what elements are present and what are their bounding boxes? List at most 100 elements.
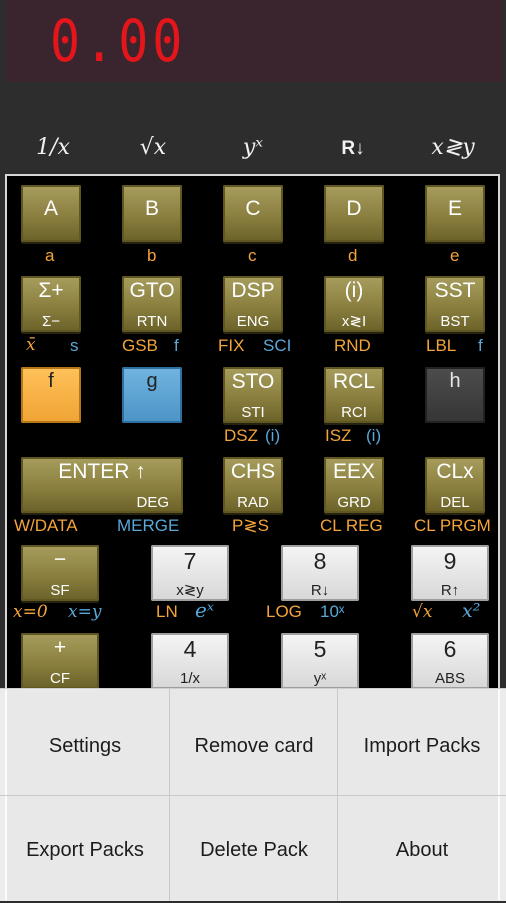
key-label: h: [449, 370, 461, 392]
label-clprgm: CL PRGM: [414, 516, 491, 535]
menu-delete-pack[interactable]: Delete Pack: [170, 797, 338, 903]
key-label: GTO: [129, 279, 175, 302]
label-x-eq-y: x=y: [68, 602, 102, 622]
menu-remove-card[interactable]: Remove card: [170, 693, 338, 799]
label-ten-power: 10ˣ: [320, 602, 345, 621]
label-lbl: LBL: [426, 336, 457, 355]
key-sub-label: R↑: [440, 582, 460, 599]
label-e: e: [450, 246, 460, 265]
label-rnd: RND: [334, 336, 371, 355]
key-sub-label: RAD: [237, 494, 269, 511]
label-wdata: W/DATA: [14, 516, 78, 535]
key-sub-label: SF: [50, 582, 70, 599]
key-i[interactable]: (i) x≷I: [324, 276, 384, 332]
key-label: (i): [344, 279, 364, 302]
key-label: RCL: [332, 370, 375, 393]
label-x-eq-0: x=0: [13, 602, 48, 622]
key-sub-label: 1/x: [179, 670, 200, 687]
label-d: d: [348, 246, 358, 265]
key-label: C: [245, 197, 261, 220]
label-std-dev: s: [70, 336, 79, 355]
key-sub-label: CF: [50, 670, 70, 687]
key-chs[interactable]: CHS RAD: [223, 457, 283, 513]
key-label: A: [43, 197, 58, 220]
key-label: D: [346, 197, 362, 220]
menu-export-packs[interactable]: Export Packs: [1, 797, 169, 903]
label-ln: LN: [156, 602, 178, 621]
key-c[interactable]: C: [223, 185, 283, 242]
lcd-display: 0.00: [6, 0, 503, 82]
key-label: B: [144, 197, 159, 220]
key-6[interactable]: 6 ABS: [411, 633, 489, 689]
key-minus[interactable]: − SF: [21, 545, 99, 601]
key-g[interactable]: g: [122, 367, 182, 423]
key-gto[interactable]: GTO RTN: [122, 276, 182, 332]
display-readout: 0.00: [50, 8, 187, 75]
label-c: c: [248, 246, 257, 265]
label-gsb: GSB: [122, 336, 158, 355]
key-sub-label: BST: [440, 313, 470, 330]
label-sqrt: √x: [139, 135, 167, 160]
key-clx[interactable]: CLx DEL: [425, 457, 485, 513]
label-roll-down: R↓: [341, 138, 365, 159]
key-4[interactable]: 4 1/x: [151, 633, 229, 689]
key-rcl[interactable]: RCL RCI: [324, 367, 384, 423]
key-sub-label: RTN: [136, 313, 168, 330]
key-sub-label: RCI: [341, 404, 367, 421]
key-sub-label: x≷y: [176, 582, 204, 599]
label-pcs: P≷S: [232, 516, 269, 535]
label-a: a: [45, 246, 55, 265]
menu-import-packs[interactable]: Import Packs: [338, 693, 506, 799]
key-dsp[interactable]: DSP ENG: [223, 276, 283, 332]
label-lbl-f: f: [478, 336, 483, 355]
key-sub-label: ABS: [434, 670, 465, 687]
key-label: CLx: [436, 460, 474, 483]
key-b[interactable]: B: [122, 185, 182, 242]
menu-about[interactable]: About: [338, 797, 506, 903]
key-sub-label: yˣ: [313, 670, 327, 687]
key-sub-label: R↓: [310, 582, 330, 599]
label-dsz: DSZ: [224, 426, 258, 445]
key-label: ENTER ↑: [58, 460, 146, 483]
key-sigma-plus[interactable]: Σ+ Σ−: [21, 276, 81, 332]
key-5[interactable]: 5 yˣ: [281, 633, 359, 689]
label-sci: SCI: [263, 336, 292, 355]
key-sto[interactable]: STO STI: [223, 367, 283, 423]
key-label: 5: [313, 636, 327, 662]
key-label: EEX: [332, 460, 376, 483]
key-e[interactable]: E: [425, 185, 485, 242]
key-sst[interactable]: SST BST: [425, 276, 485, 332]
key-label: −: [53, 548, 67, 571]
options-menu: Settings Remove card Import Packs Export…: [0, 688, 506, 901]
key-label: CHS: [230, 460, 276, 483]
label-clreg: CL REG: [320, 516, 383, 535]
key-f[interactable]: f: [21, 367, 81, 423]
key-label: E: [447, 197, 462, 220]
key-9[interactable]: 9 R↑: [411, 545, 489, 601]
label-isz-i: (i): [366, 426, 382, 445]
label-b: b: [147, 246, 157, 265]
menu-settings[interactable]: Settings: [1, 693, 169, 799]
label-swap: x≷y: [431, 135, 475, 160]
label-reciprocal: 1/x: [36, 135, 70, 160]
label-isz: ISZ: [325, 426, 352, 445]
key-eex[interactable]: EEX GRD: [324, 457, 384, 513]
label-fix: FIX: [218, 336, 245, 355]
label-log: LOG: [266, 602, 302, 621]
key-7[interactable]: 7 x≷y: [151, 545, 229, 601]
key-label: SST: [434, 279, 476, 302]
key-d[interactable]: D: [324, 185, 384, 242]
key-h[interactable]: h: [425, 367, 485, 423]
enter-key[interactable]: ENTER ↑ DEG: [21, 457, 183, 513]
key-label: 7: [183, 548, 197, 574]
label-x-squared: x²: [462, 600, 481, 622]
key-label: f: [48, 370, 54, 392]
key-8[interactable]: 8 R↓: [281, 545, 359, 601]
top-label-row: 1/x √x yˣ R↓ x≷y: [0, 135, 506, 169]
key-sub-label: STI: [241, 404, 265, 421]
key-label: 8: [313, 548, 327, 574]
key-a[interactable]: A: [21, 185, 81, 242]
key-label: 4: [183, 636, 197, 662]
key-sub-label: GRD: [337, 494, 371, 511]
key-plus[interactable]: + CF: [21, 633, 99, 689]
